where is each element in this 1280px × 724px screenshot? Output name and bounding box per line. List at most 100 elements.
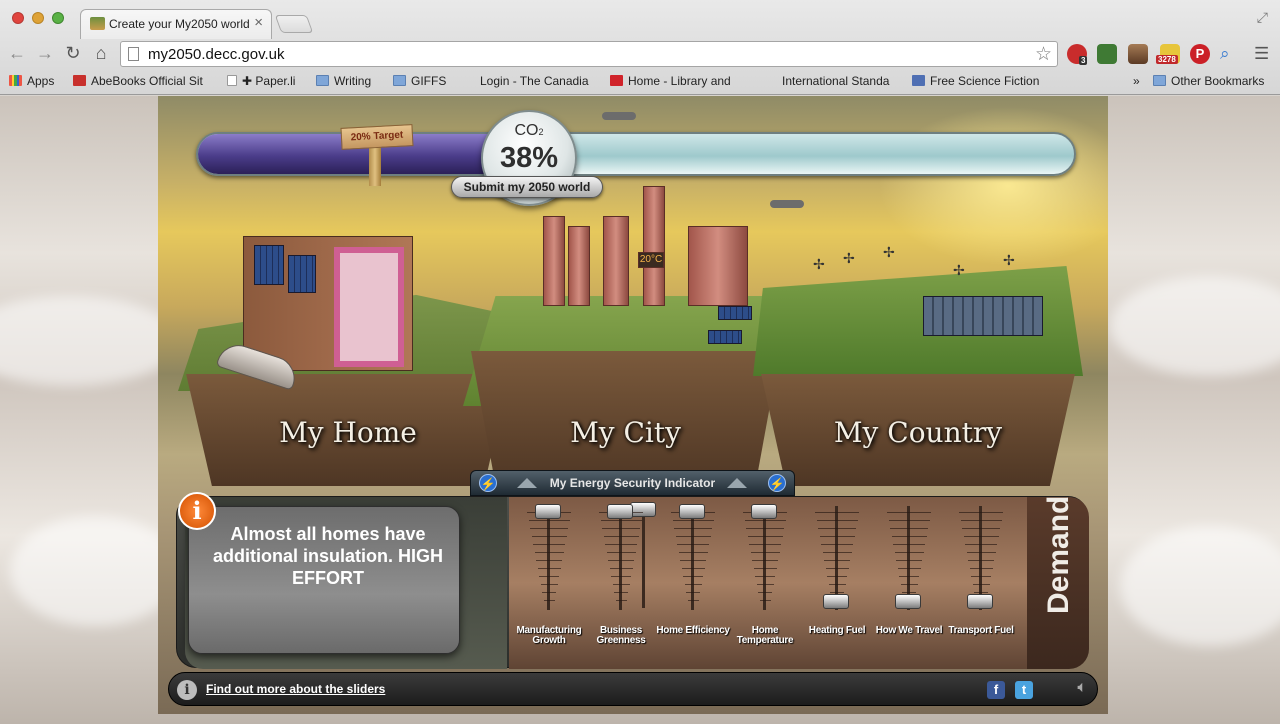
demand-slider[interactable]: Manufacturing Growth [513, 504, 585, 656]
bookmark-label: Writing [334, 74, 372, 88]
slider-tick [900, 584, 918, 585]
close-window-button[interactable] [12, 12, 24, 24]
adblock-extension-icon[interactable]: 3 [1067, 44, 1088, 65]
slider-tick [749, 544, 781, 545]
slider-handle[interactable] [823, 594, 849, 609]
bookmark-label: Home - Library and [628, 74, 731, 88]
bookmark-giffs[interactable]: GIFFS [393, 74, 446, 88]
bookmark-label: Other Bookmarks [1171, 74, 1265, 88]
page-background: 20% Target CO2 38% Submit my 2050 world … [0, 96, 1280, 724]
find-out-more-link[interactable]: Find out more about the sliders [206, 682, 385, 696]
wind-turbine-icon: ✢ [1003, 252, 1015, 268]
slider-tick [531, 536, 567, 537]
g-icon [912, 75, 925, 86]
bookmark-international[interactable]: International Standa [782, 74, 889, 88]
slider-tick [897, 568, 921, 569]
island-my-city[interactable]: 20°C My City [463, 186, 788, 486]
info-icon: i [178, 492, 216, 530]
info-icon[interactable]: i [177, 680, 197, 700]
slider-tick [969, 568, 993, 569]
solar-panel [288, 255, 316, 293]
island-my-country[interactable]: ✢ ✢ ✢ ✢ ✢ My Country [753, 236, 1083, 486]
slider-handle[interactable] [895, 594, 921, 609]
slider-tick [896, 560, 922, 561]
chrome-menu-icon[interactable]: ☰ [1254, 44, 1269, 64]
slider-tick [744, 520, 786, 521]
slider-tick [827, 576, 847, 577]
slider-track [691, 506, 694, 610]
puzzle-extension-icon[interactable] [1097, 44, 1117, 64]
twitter-icon[interactable]: t [1015, 681, 1033, 699]
pinterest-extension-icon[interactable]: P [1190, 44, 1210, 64]
slider-tick [894, 552, 924, 553]
home-button[interactable]: ⌂ [90, 44, 112, 62]
page-icon [128, 47, 139, 61]
house-cutaway [334, 247, 404, 367]
zoom-window-button[interactable] [52, 12, 64, 24]
reload-button[interactable]: ↻ [62, 44, 84, 62]
search-extension-icon[interactable]: ⌕ [1220, 44, 1240, 64]
feed-extension-icon[interactable]: 3278 [1156, 44, 1180, 64]
slider-tick [609, 568, 633, 569]
other-bookmarks[interactable]: Other Bookmarks [1153, 74, 1264, 88]
minimize-window-button[interactable] [32, 12, 44, 24]
bookmark-label: AbeBooks Official Sit [91, 74, 203, 88]
demand-slider[interactable]: Transport Fuel [945, 504, 1017, 656]
cloud-decoration [1120, 526, 1280, 646]
browser-tab-active[interactable]: Create your My2050 world × [80, 9, 272, 39]
co2-value: 38% [499, 142, 559, 174]
new-tab-button[interactable] [274, 15, 314, 33]
facebook-icon[interactable]: f [987, 681, 1005, 699]
speaker-icon[interactable]: 🔈︎ [1077, 679, 1087, 697]
bookmark-writing[interactable]: Writing [316, 74, 371, 88]
slider-tick [899, 576, 919, 577]
browser-chrome: Create your My2050 world × ⤢ ← → ↻ ⌂ my2… [0, 0, 1280, 95]
slider-tick [542, 592, 556, 593]
slider-handle[interactable] [679, 504, 705, 519]
address-bar[interactable]: my2050.decc.gov.uk ☆ [120, 41, 1058, 67]
slider-handle[interactable] [535, 504, 561, 519]
slider-tick [891, 536, 927, 537]
slider-tick [539, 576, 559, 577]
slider-tick [888, 520, 930, 521]
demand-slider[interactable]: How We Travel [873, 504, 945, 656]
bookmark-label: ✚ [242, 74, 256, 88]
slider-label: Transport Fuel [948, 625, 1014, 636]
instagram-extension-icon[interactable] [1128, 44, 1148, 64]
arrow-up-icon [727, 478, 747, 488]
slider-tick [824, 560, 850, 561]
solar-panel [718, 306, 752, 320]
page-icon [227, 75, 237, 86]
demand-section: Demand [1027, 496, 1089, 669]
bookmark-login[interactable]: Login - The Canadia [480, 74, 589, 88]
solar-panel [708, 330, 742, 344]
cloud-decoration [10, 516, 180, 626]
bookmark-abebooks[interactable]: AbeBooks Official Sit [73, 74, 203, 88]
forward-button[interactable]: → [34, 44, 56, 62]
slider-tick [753, 568, 777, 569]
demand-slider[interactable]: Heating Fuel [801, 504, 873, 656]
slider-track [547, 506, 550, 610]
slider-handle[interactable] [751, 504, 777, 519]
demand-slider[interactable]: Home Efficiency [656, 504, 730, 656]
tab-close-icon[interactable]: × [254, 14, 263, 31]
fullscreen-icon[interactable]: ⤢ [1257, 9, 1268, 26]
back-button[interactable]: ← [6, 44, 28, 62]
demand-slider[interactable]: Business Greenness [585, 504, 657, 656]
bookmark-apps[interactable]: Apps [9, 74, 54, 88]
slider-tick [972, 584, 990, 585]
solar-panel [254, 245, 284, 285]
slider-tick [675, 536, 711, 537]
bookmark-library[interactable]: Home - Library and [610, 74, 731, 88]
bookmark-paperli[interactable]: ✚ Paper.li [227, 74, 295, 88]
slider-tick [543, 600, 555, 601]
slider-handle[interactable] [967, 594, 993, 609]
bookmark-free-scifi[interactable]: Free Science Fiction [912, 74, 1039, 88]
slider-tick [902, 592, 916, 593]
maple-leaf-icon [610, 75, 623, 86]
demand-slider[interactable]: Home Temperature [729, 504, 801, 656]
slider-handle[interactable] [607, 504, 633, 519]
energy-security-indicator[interactable]: ⚡ My Energy Security Indicator ⚡ [470, 470, 795, 496]
bookmarks-overflow-button[interactable]: » [1133, 74, 1140, 88]
bookmark-star-icon[interactable]: ☆ [1035, 43, 1052, 66]
